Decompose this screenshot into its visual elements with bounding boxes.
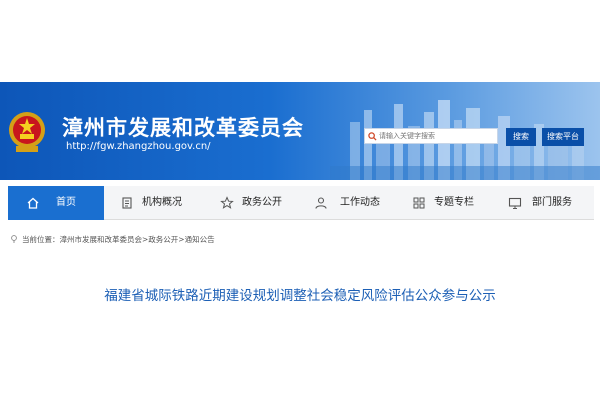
nav-item-label: 机构概况 bbox=[142, 197, 182, 208]
article-title: 福建省城际铁路近期建设规划调整社会稳定风险评估公众参与公示 bbox=[104, 288, 496, 304]
search-platform-button[interactable]: 搜索平台 bbox=[542, 128, 584, 146]
site-title: 漳州市发展和改革委员会 bbox=[62, 116, 304, 140]
nav-item-work-news[interactable]: 工作动态 bbox=[310, 186, 402, 220]
breadcrumb-link-notice[interactable]: 通知公告 bbox=[185, 235, 215, 244]
document-icon bbox=[122, 197, 132, 209]
breadcrumb-text: 当前位置：漳州市发展和改革委员会>政务公开>通知公告 bbox=[22, 234, 215, 245]
nav-item-label: 专题专栏 bbox=[434, 197, 474, 208]
search-button[interactable]: 搜索 bbox=[506, 128, 536, 146]
star-icon bbox=[220, 196, 234, 209]
grid-icon bbox=[413, 197, 425, 209]
location-pin-icon bbox=[11, 235, 17, 243]
breadcrumb-link-affairs[interactable]: 政务公开 bbox=[148, 235, 178, 244]
search-icon bbox=[368, 132, 377, 141]
nav-item-home[interactable]: 首页 bbox=[8, 186, 104, 220]
nav-item-label: 部门服务 bbox=[532, 197, 572, 208]
nav-item-label: 政务公开 bbox=[242, 197, 282, 208]
search-input[interactable] bbox=[379, 129, 497, 143]
search-box[interactable] bbox=[364, 128, 498, 144]
nav-item-institution[interactable]: 机构概况 bbox=[112, 186, 204, 220]
site-url[interactable]: http://fgw.zhangzhou.gov.cn/ bbox=[66, 141, 211, 152]
main-nav: 首页 机构概况 政务公开 工作动态 专题专栏 部门服务 bbox=[8, 186, 594, 220]
user-icon bbox=[315, 197, 327, 209]
home-icon bbox=[27, 197, 39, 209]
nav-item-special-topics[interactable]: 专题专栏 bbox=[408, 186, 500, 220]
breadcrumb-link-home[interactable]: 漳州市发展和改革委员会 bbox=[60, 235, 143, 244]
monitor-icon bbox=[508, 197, 522, 209]
national-emblem-logo bbox=[9, 112, 45, 152]
nav-item-label: 工作动态 bbox=[340, 197, 380, 208]
nav-item-label: 首页 bbox=[56, 197, 76, 208]
nav-item-department-services[interactable]: 部门服务 bbox=[504, 186, 592, 220]
nav-item-government-affairs[interactable]: 政务公开 bbox=[212, 186, 304, 220]
breadcrumb-label: 当前位置： bbox=[22, 235, 60, 244]
